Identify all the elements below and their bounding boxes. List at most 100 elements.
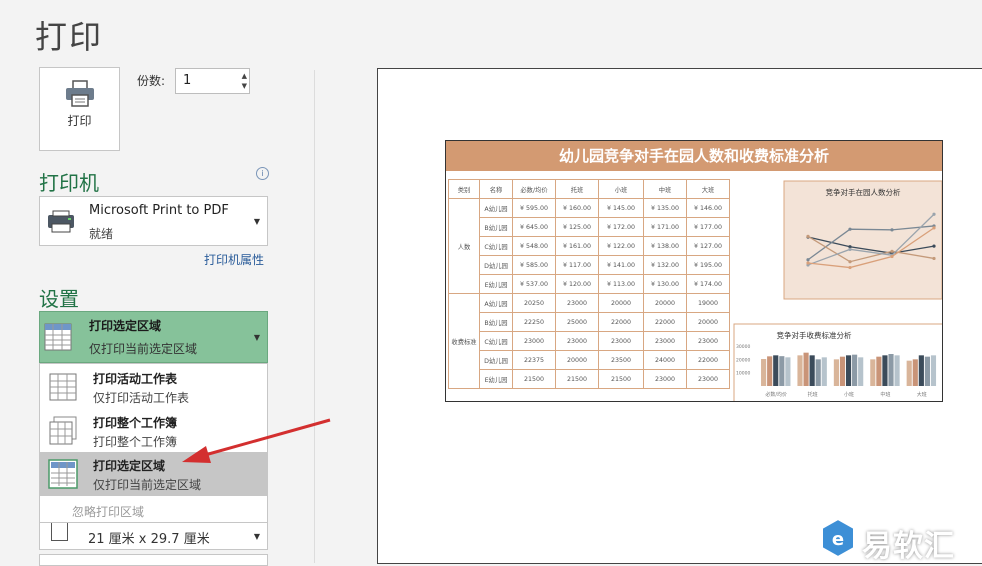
line-point — [848, 265, 852, 270]
table-cell: ¥ 120.00 — [555, 274, 599, 294]
line-point — [932, 226, 936, 230]
menu-item-entire-workbook[interactable]: 打印整个工作簿 打印整个工作簿 — [40, 409, 267, 453]
table-cell: 23000 — [686, 369, 730, 389]
print-range-menu: 打印活动工作表 仅打印活动工作表 打印整个工作簿 打印整个工作簿 打印选定区域 … — [39, 363, 268, 523]
bar — [858, 357, 864, 386]
table-cell: 21500 — [512, 369, 556, 389]
line-chart: 竞争对手在园人数分析 — [783, 180, 942, 300]
print-range-dropdown[interactable]: 打印选定区域 仅打印当前选定区域 ▼ — [39, 311, 268, 363]
table-cell: ¥ 172.00 — [598, 217, 644, 237]
table-cell: ¥ 113.00 — [598, 274, 644, 294]
chevron-down-icon[interactable]: ▼ — [254, 333, 260, 342]
bar — [773, 355, 779, 386]
table-cell: 22000 — [598, 312, 644, 332]
menu-item-subtitle: 仅打印活动工作表 — [93, 391, 190, 405]
paper-size-select[interactable]: 21 厘米 x 29.7 厘米 ▼ — [39, 523, 268, 550]
table-header-cell: 托班 — [555, 179, 599, 199]
printer-properties-link[interactable]: 打印机属性 — [204, 251, 264, 268]
table-cell: ¥ 195.00 — [686, 255, 730, 275]
table-cell: 22375 — [512, 350, 556, 370]
menu-item-active-sheets[interactable]: 打印活动工作表 仅打印活动工作表 — [40, 365, 267, 409]
copies-stepper[interactable]: 1 ▲ ▼ — [175, 68, 250, 94]
line-point — [932, 244, 936, 248]
table-cell: 20000 — [598, 293, 644, 313]
menu-item-title: 打印活动工作表 — [93, 372, 178, 386]
bar — [821, 357, 827, 386]
table-cell: 23000 — [555, 293, 599, 313]
bar — [924, 356, 930, 386]
table-cell: ¥ 127.00 — [686, 236, 730, 256]
table-cell: 22000 — [643, 312, 687, 332]
line-point — [932, 212, 936, 216]
printer-device-icon — [48, 210, 74, 233]
table-cell: 23000 — [643, 331, 687, 351]
data-table: 类别 名称 必数/均价 托班 小班 中班 大班 人数 A幼儿园 ¥ 595.00 ¥ 160.00 ¥… — [448, 179, 730, 389]
next-setting-select[interactable] — [39, 554, 268, 566]
bar — [852, 354, 858, 386]
line-point — [848, 227, 852, 231]
line-point — [848, 260, 852, 264]
ignore-print-area-option[interactable]: 忽略打印区域 — [72, 503, 144, 520]
table-cell: 23000 — [555, 331, 599, 351]
table-group-cell: 人数 — [448, 198, 480, 294]
line-point — [806, 234, 810, 238]
paper-size-label: 21 厘米 x 29.7 厘米 — [88, 532, 210, 547]
table-cell: ¥ 135.00 — [643, 198, 687, 218]
panel-divider — [314, 70, 315, 563]
chevron-down-icon[interactable]: ▼ — [254, 532, 260, 541]
dropdown-selected-title: 打印选定区域 — [89, 319, 162, 333]
line-point — [890, 228, 894, 232]
watermark-text: 易软汇 — [862, 529, 955, 564]
copies-label: 份数: — [137, 74, 166, 88]
menu-item-print-selection[interactable]: 打印选定区域 仅打印当前选定区域 — [40, 452, 267, 496]
table-cell: 23000 — [598, 331, 644, 351]
table-header-cell: 名称 — [479, 179, 513, 199]
line-point — [806, 258, 810, 262]
bar — [870, 359, 876, 386]
table-cell: E幼儿园 — [479, 274, 513, 294]
table-cell: 22000 — [686, 350, 730, 370]
copies-value[interactable]: 1 — [183, 73, 191, 88]
printer-status: 就绪 — [89, 227, 114, 241]
table-header-cell: 中班 — [643, 179, 687, 199]
menu-item-title: 打印整个工作簿 — [93, 416, 178, 430]
line-point — [848, 247, 852, 251]
line-chart-title: 竞争对手在园人数分析 — [826, 187, 901, 197]
table-cell: 24000 — [643, 350, 687, 370]
table-cell: ¥ 645.00 — [512, 217, 556, 237]
table-cell: ¥ 585.00 — [512, 255, 556, 275]
bar — [779, 356, 785, 386]
print-selection-icon — [44, 323, 72, 351]
printer-select[interactable]: Microsoft Print to PDF 就绪 ▼ — [39, 196, 268, 246]
bar — [785, 357, 791, 386]
table-cell: 21500 — [555, 369, 599, 389]
table-row: D幼儿园 ¥ 585.00 ¥ 117.00 ¥ 141.00 ¥ 132.00 ¥ 19… — [449, 255, 730, 275]
spin-arrows-icon[interactable]: ▲ ▼ — [242, 71, 247, 91]
table-cell: ¥ 141.00 — [598, 255, 644, 275]
logo-icon: e — [821, 517, 855, 559]
info-icon[interactable]: i — [256, 167, 269, 180]
table-cell: ¥ 174.00 — [686, 274, 730, 294]
table-header-cell: 必数/均价 — [512, 179, 556, 199]
table-row: E幼儿园 ¥ 537.00 ¥ 120.00 ¥ 113.00 ¥ 130.00 ¥ 17… — [449, 274, 730, 294]
table-cell: 21500 — [598, 369, 644, 389]
table-cell: 25000 — [555, 312, 599, 332]
line-point — [890, 254, 894, 259]
chevron-down-icon[interactable]: ▼ — [254, 217, 260, 226]
print-button[interactable]: 打印 — [39, 67, 120, 151]
bar — [809, 355, 815, 386]
workbook-icon — [49, 416, 77, 445]
bar — [918, 355, 924, 386]
table-cell: D幼儿园 — [479, 350, 513, 370]
watermark: e 易软汇 — [818, 517, 978, 564]
printer-icon — [66, 80, 94, 107]
table-cell: ¥ 146.00 — [686, 198, 730, 218]
table-cell: A幼儿园 — [479, 293, 513, 313]
settings-section-title: 设置 — [39, 287, 79, 311]
active-sheet-icon — [49, 373, 77, 401]
paper-icon — [51, 523, 68, 541]
table-cell: ¥ 160.00 — [555, 198, 599, 218]
table-row: C幼儿园 ¥ 548.00 ¥ 161.00 ¥ 122.00 ¥ 138.00 ¥ 12… — [449, 236, 730, 256]
line-point — [890, 249, 894, 253]
bar — [833, 359, 839, 386]
